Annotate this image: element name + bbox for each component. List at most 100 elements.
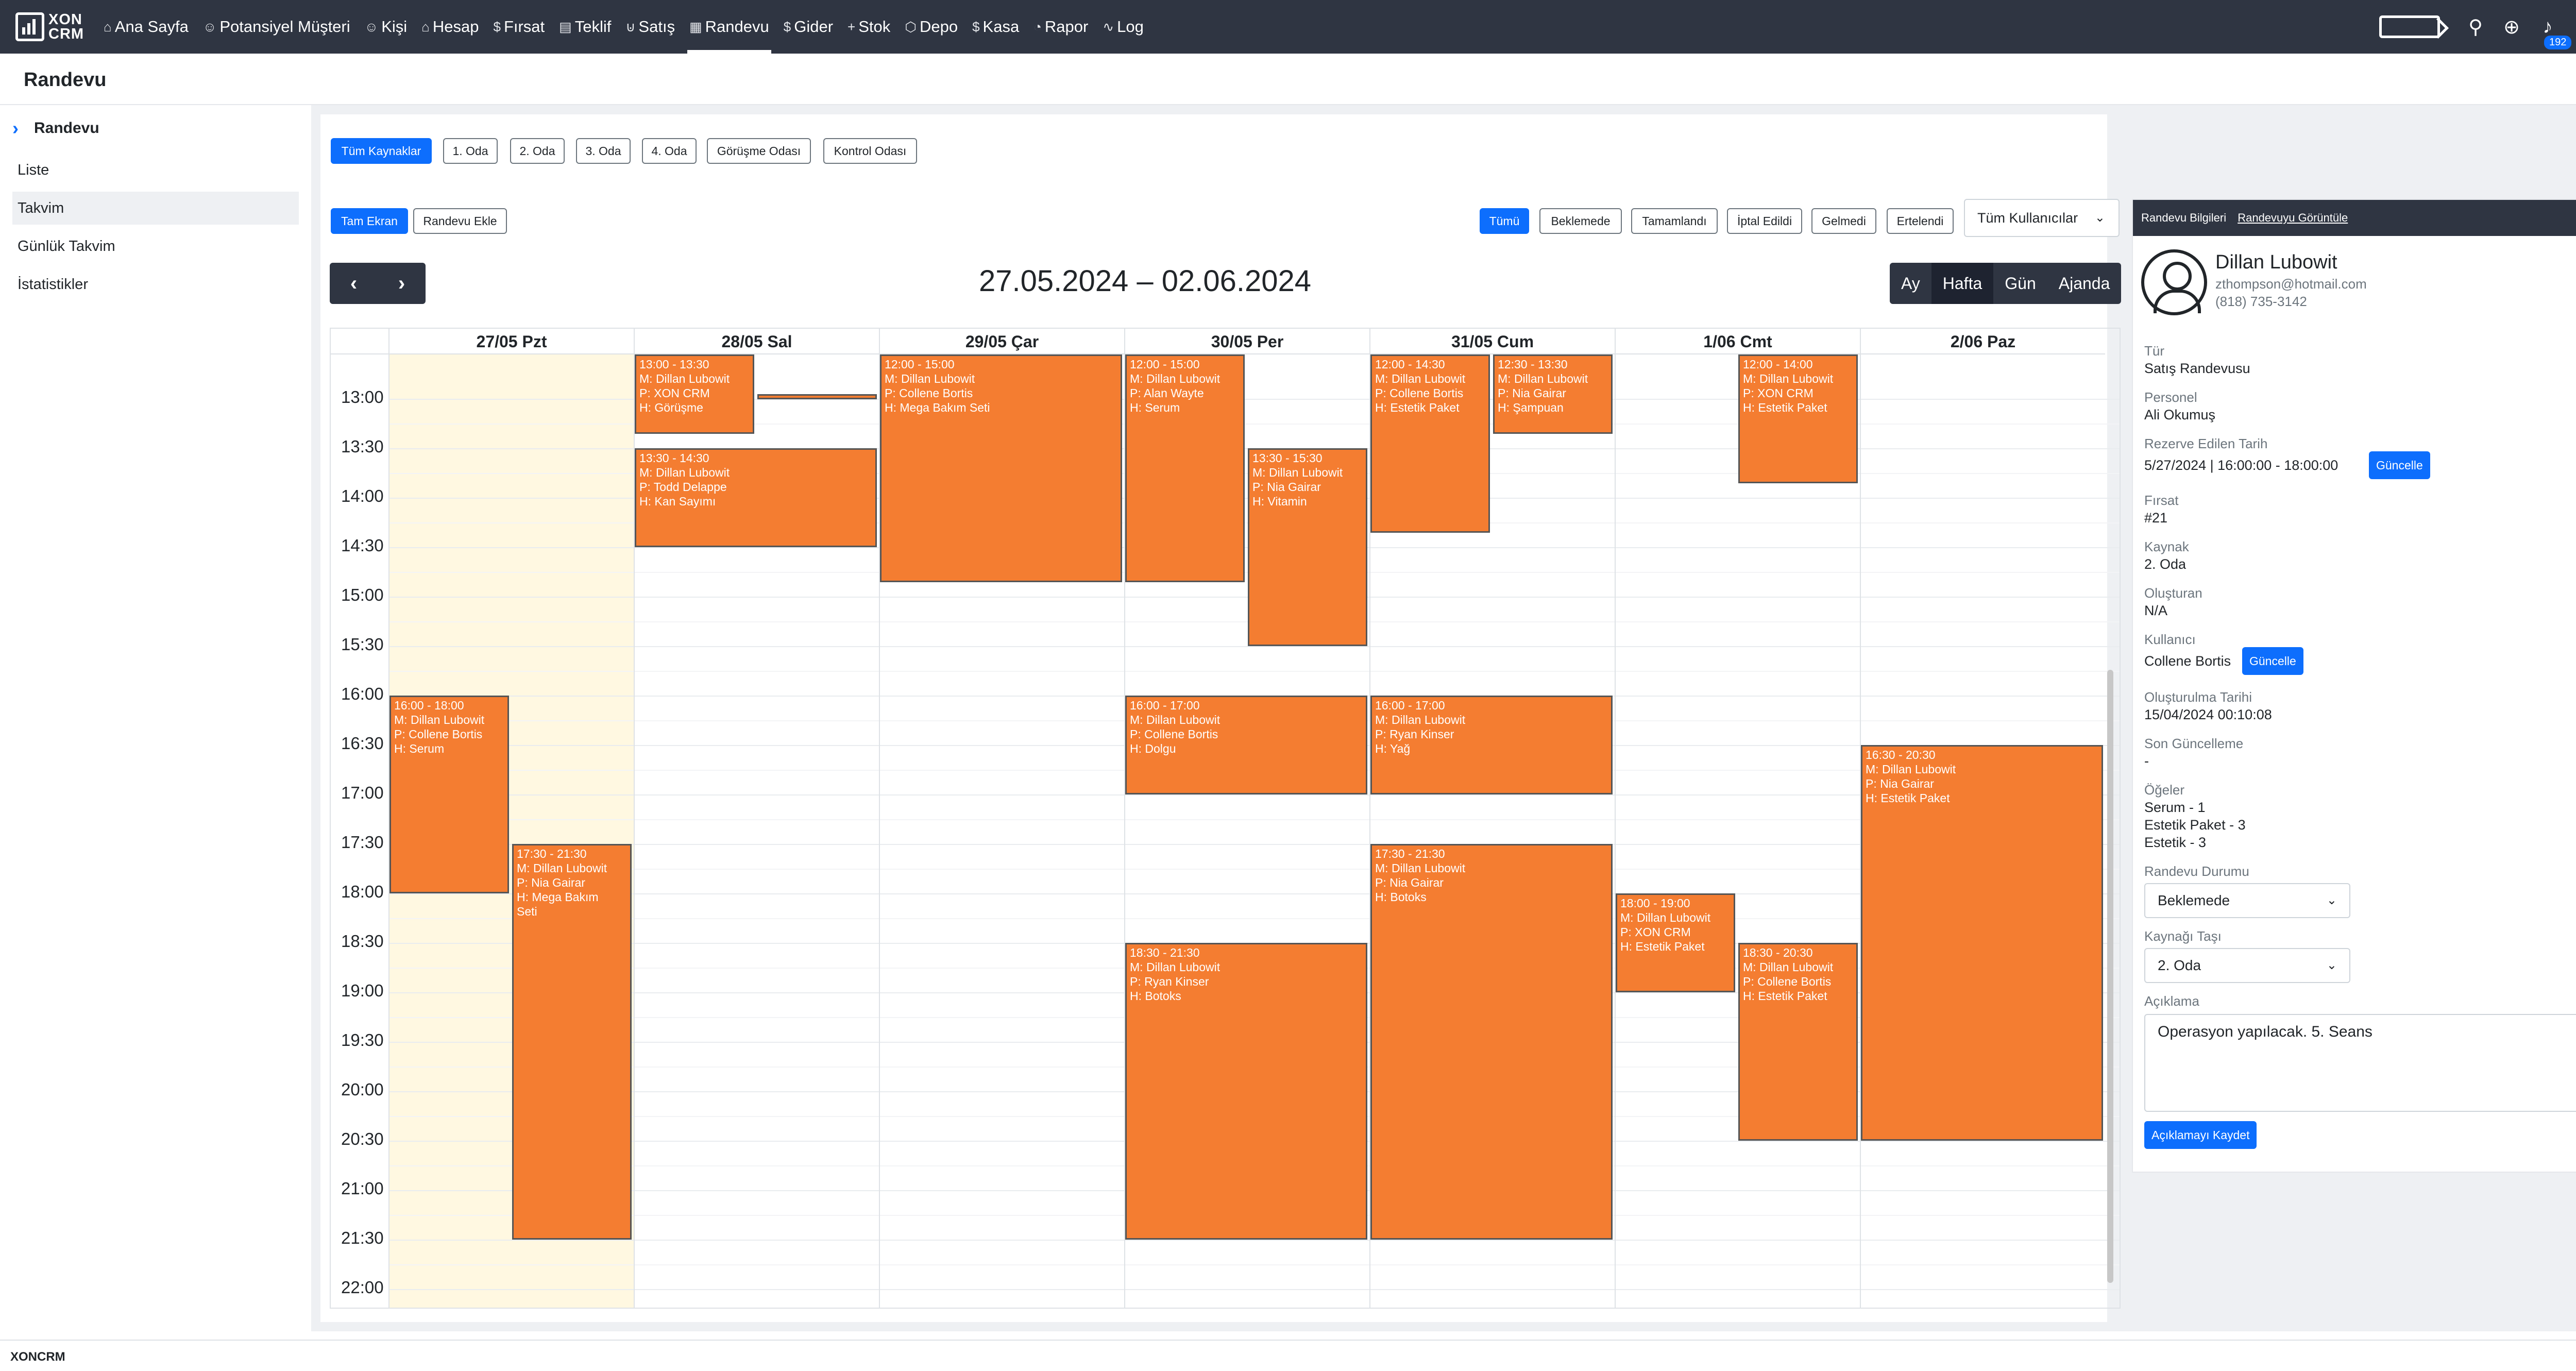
view-day-button[interactable]: Gün xyxy=(1993,263,2047,304)
status-cancelled-button[interactable]: İptal Edildi xyxy=(1727,208,1802,234)
appointment-event[interactable]: 18:00 - 19:00 M: Dillan Lubowit P: XON C… xyxy=(1616,893,1735,993)
appointment-event[interactable]: 12:00 - 14:30 M: Dillan Lubowit P: Colle… xyxy=(1370,354,1490,533)
status-select[interactable]: Beklemede ⌄ xyxy=(2144,883,2350,918)
created-label: Oluşturulma Tarihi xyxy=(2144,689,2252,705)
nav-gider[interactable]: $ Gider xyxy=(776,0,840,54)
nav-stok[interactable]: + Stok xyxy=(840,0,897,54)
view-switcher: Ay Hafta Gün Ajanda xyxy=(1890,263,2122,304)
appointment-event[interactable]: 13:30 - 14:30 M: Dillan Lubowit P: Todd … xyxy=(635,448,877,548)
resource-room4-button[interactable]: 4. Oda xyxy=(642,138,697,164)
view-week-button[interactable]: Hafta xyxy=(1931,263,1994,304)
appointment-event[interactable]: 12:00 - 14:00 M: Dillan Lubowit P: XON C… xyxy=(1738,354,1858,483)
view-appointment-link[interactable]: Randevuyu Görüntüle xyxy=(2238,211,2348,224)
bell-icon[interactable]: ♪ 192 xyxy=(2530,16,2572,49)
appointment-event[interactable]: 13:00 - 13:30 M: Dillan Lubowit P: XON C… xyxy=(635,354,754,434)
view-month-button[interactable]: Ay xyxy=(1890,263,1931,304)
toggle-button[interactable] xyxy=(2379,15,2440,38)
resource-room1-button[interactable]: 1. Oda xyxy=(443,138,498,164)
day-column[interactable] xyxy=(1615,354,1860,1308)
contact-email: zthompson@hotmail.com xyxy=(2215,276,2367,292)
nav-potansiyel-müşteri[interactable]: ☺ Potansiyel Müşteri xyxy=(196,0,358,54)
status-label: Randevu Durumu xyxy=(2144,864,2249,879)
nav-kişi[interactable]: ☺ Kişi xyxy=(358,0,415,54)
opportunity-value[interactable]: #21 xyxy=(2144,510,2167,526)
update-user-button[interactable]: Güncelle xyxy=(2242,647,2303,675)
nav-depo[interactable]: ⬡ Depo xyxy=(897,0,965,54)
app-logo[interactable]: XON CRM xyxy=(15,12,84,42)
sidebar-header[interactable]: › Randevu xyxy=(12,117,99,139)
status-noshow-button[interactable]: Gelmedi xyxy=(1811,208,1876,234)
page-title: Randevu xyxy=(24,69,107,91)
nav-icon: ▤ xyxy=(559,19,572,35)
status-postponed-button[interactable]: Ertelendi xyxy=(1887,208,1954,234)
status-completed-button[interactable]: Tamamlandı xyxy=(1631,208,1718,234)
nav-log[interactable]: ∿ Log xyxy=(1095,0,1151,54)
description-textarea[interactable]: Operasyon yapılacak. 5. Seans xyxy=(2144,1014,2576,1112)
resource-all-button[interactable]: Tüm Kaynaklar xyxy=(331,138,432,164)
prev-week-button[interactable]: ‹ xyxy=(330,263,378,304)
appointment-event[interactable]: 17:30 - 21:30 M: Dillan Lubowit P: Nia G… xyxy=(1370,844,1613,1240)
nav-ana-sayfa[interactable]: ⌂ Ana Sayfa xyxy=(96,0,196,54)
view-agenda-button[interactable]: Ajanda xyxy=(2047,263,2122,304)
chevron-down-icon: ⌄ xyxy=(2326,893,2337,907)
tab-appointment-info[interactable]: Randevu Bilgileri xyxy=(2141,211,2226,224)
users-select[interactable]: Tüm Kullanıcılar ⌄ xyxy=(1964,199,2120,237)
appointment-event[interactable]: 17:30 - 21:30 M: Dillan Lubowit P: Nia G… xyxy=(512,844,632,1240)
nav-label: Randevu xyxy=(705,18,769,36)
move-resource-label: Kaynağı Taşı xyxy=(2144,928,2222,944)
appointment-event[interactable]: 13:30 - 15:30 M: Dillan Lubowit P: Nia G… xyxy=(1248,448,1367,647)
appointment-event[interactable]: H: Şampuan xyxy=(757,394,877,399)
type-label: Tür xyxy=(2144,343,2164,359)
nav-icon: ☺ xyxy=(364,19,379,35)
appointment-detail-panel: Randevu Bilgileri Randevuyu Görüntüle ✕ … xyxy=(2132,199,2576,1173)
save-description-button[interactable]: Açıklamayı Kaydet xyxy=(2144,1121,2257,1149)
add-appointment-button[interactable]: Randevu Ekle xyxy=(413,208,507,234)
nav-fırsat[interactable]: $ Fırsat xyxy=(486,0,552,54)
calendar-scrollbar[interactable] xyxy=(2107,670,2113,1283)
search-icon[interactable]: ⚲ xyxy=(2458,15,2494,39)
appointment-event[interactable]: 16:00 - 17:00 M: Dillan Lubowit P: Ryan … xyxy=(1370,696,1613,795)
appointment-event[interactable]: 12:00 - 15:00 M: Dillan Lubowit P: Alan … xyxy=(1125,354,1245,582)
appointment-event[interactable]: 16:00 - 18:00 M: Dillan Lubowit P: Colle… xyxy=(389,696,509,894)
nav-satış[interactable]: ⊍ Satış xyxy=(618,0,682,54)
resource-meeting-room-button[interactable]: Görüşme Odası xyxy=(707,138,811,164)
resource-room2-button[interactable]: 2. Oda xyxy=(510,138,565,164)
nav-icon: ◔ xyxy=(1033,19,1042,35)
appointment-event[interactable]: 18:30 - 21:30 M: Dillan Lubowit P: Ryan … xyxy=(1125,943,1367,1240)
nav-kasa[interactable]: $ Kasa xyxy=(965,0,1026,54)
time-label: 16:00 xyxy=(341,684,384,704)
add-circle-icon[interactable]: ⊕ xyxy=(2494,15,2530,39)
resource-room3-button[interactable]: 3. Oda xyxy=(576,138,631,164)
next-week-button[interactable]: › xyxy=(378,263,426,304)
nav-randevu[interactable]: ▦ Randevu xyxy=(682,0,776,54)
appointment-event[interactable]: 12:30 - 13:30 M: Dillan Lubowit P: Nia G… xyxy=(1493,354,1613,434)
appointment-event[interactable]: 18:30 - 20:30 M: Dillan Lubowit P: Colle… xyxy=(1738,943,1858,1141)
update-date-button[interactable]: Güncelle xyxy=(2369,451,2430,479)
sidebar-item-liste[interactable]: Liste xyxy=(12,154,299,187)
nav-label: Kişi xyxy=(381,18,408,36)
nav-hesap[interactable]: ⌂ Hesap xyxy=(414,0,486,54)
move-resource-select[interactable]: 2. Oda ⌄ xyxy=(2144,948,2350,983)
appointment-event[interactable]: 16:00 - 17:00 M: Dillan Lubowit P: Colle… xyxy=(1125,696,1367,795)
sidebar-item-gunluk-takvim[interactable]: Günlük Takvim xyxy=(12,230,299,263)
opportunity-label: Fırsat xyxy=(2144,493,2179,508)
gear-icon[interactable]: ⚙ xyxy=(2566,15,2576,39)
resource-control-room-button[interactable]: Kontrol Odası xyxy=(823,138,917,164)
sidebar-item-takvim[interactable]: Takvim xyxy=(12,192,299,225)
status-pending-button[interactable]: Beklemede xyxy=(1539,208,1622,234)
status-all-button[interactable]: Tümü xyxy=(1480,208,1529,234)
nav-icon: ⬡ xyxy=(905,19,917,35)
nav-teklif[interactable]: ▤ Teklif xyxy=(552,0,618,54)
nav-icon: ⊍ xyxy=(625,19,636,35)
time-label: 19:00 xyxy=(341,981,384,1001)
calendar-nav: ‹ › xyxy=(330,263,426,304)
time-label: 15:00 xyxy=(341,585,384,605)
nav-label: Satış xyxy=(638,18,675,36)
day-header: 30/05 Per xyxy=(1124,329,1369,354)
nav-rapor[interactable]: ◔ Rapor xyxy=(1026,0,1095,54)
sidebar-item-istatistikler[interactable]: İstatistikler xyxy=(12,268,299,301)
nav-label: Depo xyxy=(919,18,958,36)
appointment-event[interactable]: 16:30 - 20:30 M: Dillan Lubowit P: Nia G… xyxy=(1861,745,2103,1141)
fullscreen-button[interactable]: Tam Ekran xyxy=(331,208,408,234)
appointment-event[interactable]: 12:00 - 15:00 M: Dillan Lubowit P: Colle… xyxy=(880,354,1122,582)
